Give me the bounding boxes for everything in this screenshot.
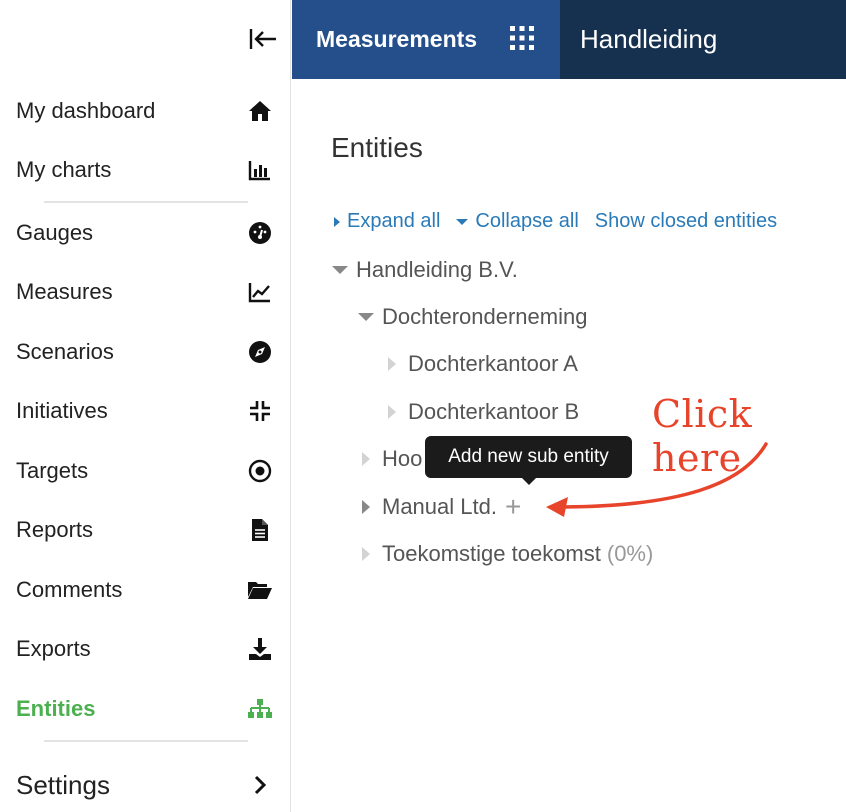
sidebar-item-my-charts[interactable]: My charts [0, 148, 290, 192]
tree-node: Toekomstige toekomst (0%) [362, 539, 653, 569]
compass-icon [246, 338, 274, 366]
caret-right-icon[interactable] [362, 452, 370, 466]
caret-right-icon[interactable] [362, 547, 370, 561]
section-title: Handleiding [580, 24, 718, 54]
folder-open-icon [246, 576, 274, 604]
sidebar-item-comments[interactable]: Comments [0, 568, 290, 612]
home-icon [246, 97, 274, 125]
show-closed-entities-link[interactable]: Show closed entities [595, 210, 777, 233]
sidebar-divider [44, 740, 248, 742]
caret-right-icon[interactable] [388, 357, 396, 371]
annotation-arrow [546, 442, 768, 517]
bar-chart-icon [246, 156, 274, 184]
tree-node: Dochterkantoor A [388, 349, 578, 379]
caret-down-icon[interactable] [332, 266, 348, 274]
header-section: Handleiding [560, 0, 846, 79]
tree-toolbar: Expand all Collapse all Show closed enti… [334, 210, 793, 233]
target-icon [246, 457, 274, 485]
tree-node-label[interactable]: Toekomstige toekomst [382, 541, 601, 567]
sidebar-item-exports[interactable]: Exports [0, 627, 290, 671]
add-sub-entity-button[interactable]: + [505, 493, 521, 521]
file-icon [246, 516, 274, 544]
expand-all-label: Expand all [347, 210, 441, 232]
download-icon [246, 635, 274, 663]
tree-node: Hoo [362, 444, 422, 474]
line-chart-icon [246, 278, 274, 306]
sidebar-divider [44, 201, 248, 203]
page-title: Entities [331, 132, 423, 163]
apps-grid-icon[interactable] [508, 24, 536, 52]
compress-icon [246, 397, 274, 425]
collapse-left-icon [249, 29, 276, 49]
sidebar-item-targets[interactable]: Targets [0, 449, 290, 493]
tree-node-label[interactable]: Dochterkantoor A [408, 351, 578, 377]
chevron-right-icon [246, 771, 274, 799]
tree-node-label[interactable]: Hoo [382, 446, 422, 472]
tree-node-label[interactable]: Handleiding B.V. [356, 257, 518, 283]
collapse-sidebar-button[interactable] [246, 24, 280, 54]
collapse-all-link[interactable]: Collapse all [456, 210, 579, 233]
header-app-section: Measurements [292, 0, 560, 79]
caret-right-icon[interactable] [362, 500, 370, 514]
tree-node: Manual Ltd. + [362, 492, 521, 522]
app-title: Measurements [316, 26, 478, 52]
sidebar-item-settings[interactable]: Settings [0, 763, 290, 807]
sidebar-item-gauges[interactable]: Gauges [0, 211, 290, 255]
sidebar-item-my-dashboard[interactable]: My dashboard [0, 89, 290, 133]
sidebar-item-measures[interactable]: Measures [0, 270, 290, 314]
tree-node-label[interactable]: Dochteronderneming [382, 304, 587, 330]
sidebar: My dashboard My charts Gauges Measures S… [0, 0, 291, 812]
collapse-all-label: Collapse all [475, 210, 579, 232]
tree-node-label[interactable]: Dochterkantoor B [408, 399, 579, 425]
caret-right-icon[interactable] [388, 405, 396, 419]
tree-node: Dochteronderneming [358, 302, 587, 332]
gauge-icon [246, 219, 274, 247]
progress-percent: (0%) [606, 541, 654, 566]
sidebar-item-reports[interactable]: Reports [0, 508, 290, 552]
sitemap-icon [246, 695, 274, 723]
caret-down-icon[interactable] [358, 313, 374, 321]
show-closed-label: Show closed entities [594, 210, 778, 232]
caret-down-icon [456, 218, 469, 225]
sidebar-item-entities[interactable]: Entities [0, 687, 290, 731]
tree-node: Dochterkantoor B [388, 397, 579, 427]
caret-right-icon [334, 216, 340, 227]
sidebar-item-initiatives[interactable]: Initiatives [0, 389, 290, 433]
tree-node-label[interactable]: Manual Ltd. [382, 494, 497, 520]
sidebar-item-scenarios[interactable]: Scenarios [0, 330, 290, 374]
expand-all-link[interactable]: Expand all [334, 210, 440, 233]
tree-node: Handleiding B.V. [332, 255, 518, 285]
